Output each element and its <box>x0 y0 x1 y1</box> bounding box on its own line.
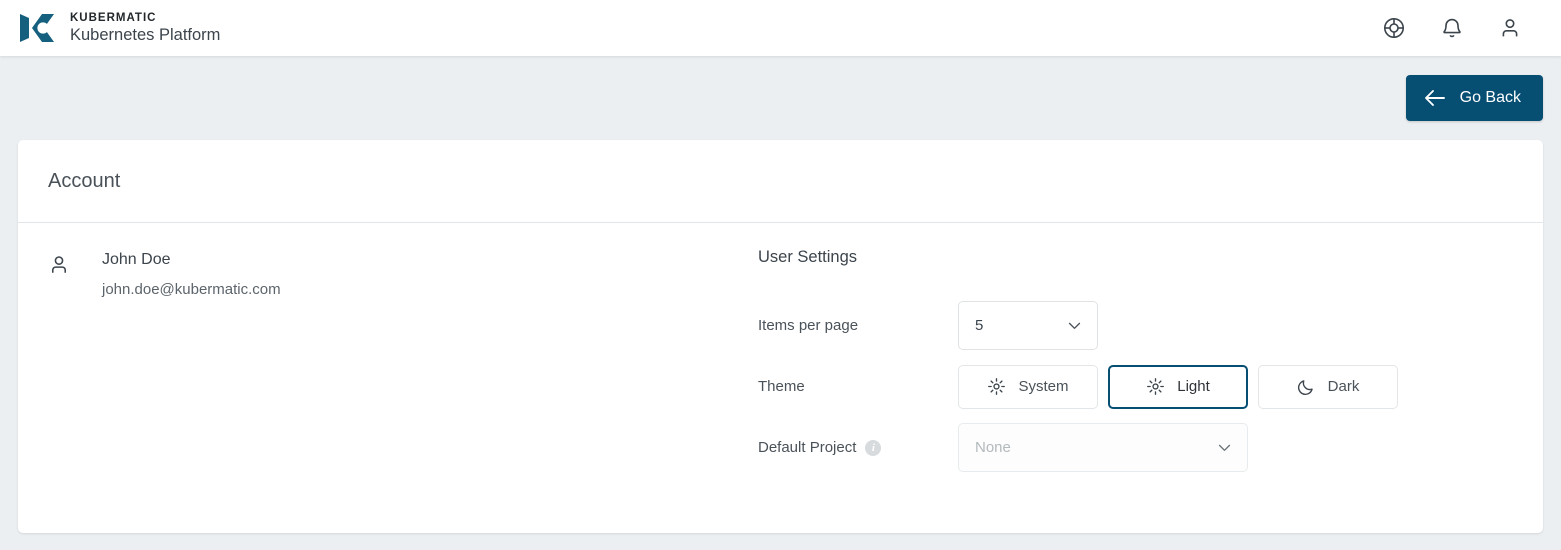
brand-name-secondary: Kubernetes Platform <box>70 26 221 44</box>
person-icon <box>48 254 74 478</box>
theme-option-group: System Light Dark <box>958 364 1398 409</box>
items-per-page-label: Items per page <box>758 317 859 334</box>
theme-option-light-label: Light <box>1177 378 1210 395</box>
sun-icon <box>987 377 1006 396</box>
user-email: john.doe@kubermatic.com <box>102 281 281 298</box>
go-back-button[interactable]: Go Back <box>1405 75 1543 121</box>
default-project-label-text: Default Project <box>758 439 857 456</box>
info-icon[interactable]: i <box>865 439 882 456</box>
theme-option-light[interactable]: Light <box>1108 364 1248 409</box>
chevron-down-icon <box>1216 439 1233 456</box>
brand-name-primary: KUBERMATIC <box>70 12 157 24</box>
default-project-row: Default Project i None <box>758 417 1543 478</box>
items-per-page-value: 5 <box>975 317 984 334</box>
theme-option-dark[interactable]: Dark <box>1258 364 1398 409</box>
theme-option-system-label: System <box>1018 378 1069 395</box>
go-back-label: Go Back <box>1459 89 1521 106</box>
page-toolbar: Go Back <box>0 56 1561 140</box>
user-settings-block: User Settings Items per page 5 Theme Sys… <box>758 248 1543 478</box>
default-project-label: Default Project i <box>758 439 958 456</box>
topbar-actions <box>1381 15 1523 41</box>
items-per-page-row: Items per page 5 <box>758 295 1543 356</box>
user-account-icon[interactable] <box>1497 15 1523 41</box>
default-project-value: None <box>975 439 1011 456</box>
kubermatic-logo-icon <box>18 11 58 45</box>
chevron-down-icon <box>1066 317 1083 334</box>
account-card: Account John Doe john.doe@kubermatic.com… <box>18 140 1543 533</box>
user-profile-block: John Doe john.doe@kubermatic.com <box>18 248 758 478</box>
moon-icon <box>1297 377 1316 396</box>
theme-row: Theme System Light Dark <box>758 356 1543 417</box>
theme-option-dark-label: Dark <box>1327 378 1360 395</box>
theme-option-system[interactable]: System <box>958 364 1098 409</box>
user-settings-title: User Settings <box>758 248 858 266</box>
help-icon[interactable] <box>1381 15 1407 41</box>
top-navigation-bar: KUBERMATIC Kubernetes Platform <box>0 0 1561 56</box>
default-project-select[interactable]: None <box>958 423 1248 472</box>
theme-label: Theme <box>758 378 805 395</box>
arrow-left-icon <box>1424 89 1446 107</box>
items-per-page-select[interactable]: 5 <box>958 301 1098 350</box>
notifications-bell-icon[interactable] <box>1439 15 1465 41</box>
card-body: John Doe john.doe@kubermatic.com User Se… <box>18 223 1543 478</box>
user-name: John Doe <box>102 251 171 268</box>
page-title: Account <box>48 169 121 192</box>
card-header: Account <box>18 140 1543 223</box>
sun-icon <box>1146 377 1165 396</box>
brand-logo-block[interactable]: KUBERMATIC Kubernetes Platform <box>18 11 220 45</box>
